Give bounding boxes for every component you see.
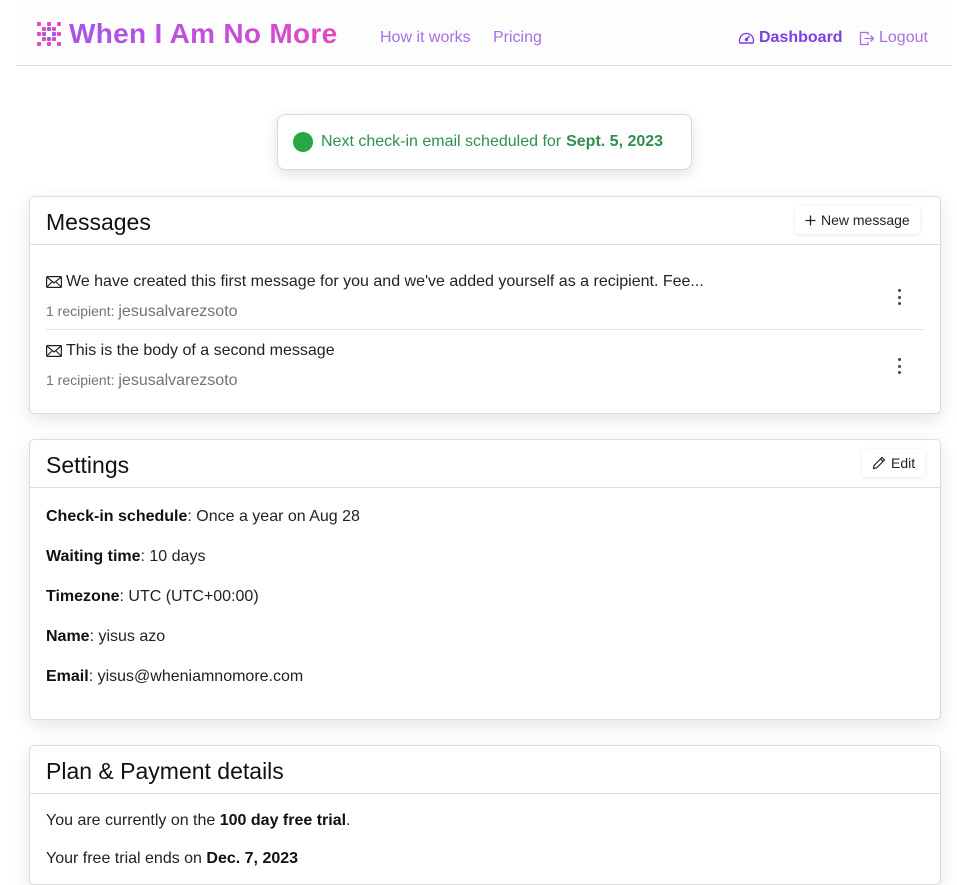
setting-label: Waiting time	[46, 548, 141, 565]
new-message-label: New message	[821, 212, 910, 228]
plan-card: Plan & Payment details You are currently…	[29, 745, 941, 885]
new-message-button[interactable]: New message	[795, 206, 920, 234]
setting-value: : Once a year on Aug 28	[187, 508, 360, 525]
messages-card: Messages New message We have created thi…	[29, 196, 941, 414]
nav-how-it-works[interactable]: How it works	[380, 29, 471, 47]
plan-title: Plan & Payment details	[46, 758, 284, 784]
nav-dashboard[interactable]: Dashboard	[738, 29, 843, 47]
nav-logout-label: Logout	[879, 29, 928, 46]
trial-end-prefix: Your free trial ends on	[46, 850, 202, 867]
setting-value: : 10 days	[140, 548, 206, 565]
setting-timezone: Timezone: UTC (UTC+00:00)	[46, 588, 259, 606]
message-title: We have created this first message for y…	[46, 273, 704, 291]
settings-card-header: Settings Edit	[30, 440, 940, 488]
plan-card-header: Plan & Payment details	[30, 746, 940, 794]
plan-current-name: 100 day free trial	[219, 812, 347, 829]
navbar: When I Am No More How it works Pricing D…	[16, 0, 952, 66]
settings-card: Settings Edit Check-in schedule: Once a …	[29, 439, 941, 720]
envelope-icon	[46, 345, 62, 357]
plus-icon	[805, 215, 816, 225]
logo-grid-icon	[37, 22, 61, 46]
plan-current-prefix: You are currently on the	[46, 812, 216, 829]
setting-label: Timezone	[46, 588, 120, 605]
messages-card-header: Messages New message	[30, 197, 940, 245]
setting-waiting-time: Waiting time: 10 days	[46, 548, 205, 566]
trial-end-date: Dec. 7, 2023	[206, 850, 299, 867]
message-item[interactable]: This is the body of a second message 1 r…	[46, 315, 924, 399]
status-dot-icon	[293, 132, 313, 152]
nav-dashboard-label: Dashboard	[759, 29, 843, 46]
nav-logout[interactable]: Logout	[859, 29, 928, 47]
setting-label: Name	[46, 628, 90, 645]
recipient-name: jesusalvarezsoto	[118, 372, 238, 389]
setting-value: : UTC (UTC+00:00)	[119, 588, 259, 605]
pencil-icon	[872, 456, 886, 470]
speedometer-icon	[738, 32, 755, 44]
plan-current-suffix: .	[346, 812, 351, 829]
brand-logo-link[interactable]: When I Am No More	[37, 18, 338, 50]
setting-checkin-schedule: Check-in schedule: Once a year on Aug 28	[46, 508, 360, 526]
setting-value: : yisus azo	[89, 628, 166, 645]
checkin-notice-text: Next check-in email scheduled for	[321, 133, 562, 150]
message-title: This is the body of a second message	[46, 342, 335, 360]
more-options-icon[interactable]	[896, 289, 902, 305]
message-text: This is the body of a second message	[66, 342, 335, 359]
setting-name: Name: yisus azo	[46, 628, 165, 646]
setting-label: Email	[46, 668, 89, 685]
setting-email: Email: yisus@wheniamnomore.com	[46, 668, 303, 686]
message-text: We have created this first message for y…	[66, 273, 704, 290]
message-recipients: 1 recipient: jesusalvarezsoto	[46, 372, 238, 390]
settings-title: Settings	[46, 452, 130, 478]
checkin-notice: Next check-in email scheduled for Sept. …	[277, 114, 692, 170]
envelope-icon	[46, 276, 62, 288]
checkin-notice-date: Sept. 5, 2023	[566, 133, 664, 150]
setting-value: : yisus@wheniamnomore.com	[88, 668, 304, 685]
nav-pricing[interactable]: Pricing	[493, 29, 542, 47]
edit-settings-label: Edit	[891, 455, 916, 471]
recipients-label: 1 recipient:	[46, 372, 115, 388]
plan-current-line: You are currently on the 100 day free tr…	[46, 812, 351, 830]
setting-label: Check-in schedule	[46, 508, 188, 525]
brand-name: When I Am No More	[69, 18, 338, 49]
logout-icon	[859, 31, 875, 45]
messages-title: Messages	[46, 209, 151, 235]
trial-end-line: Your free trial ends on Dec. 7, 2023	[46, 850, 298, 868]
more-options-icon[interactable]	[896, 358, 902, 374]
edit-settings-button[interactable]: Edit	[862, 449, 926, 477]
